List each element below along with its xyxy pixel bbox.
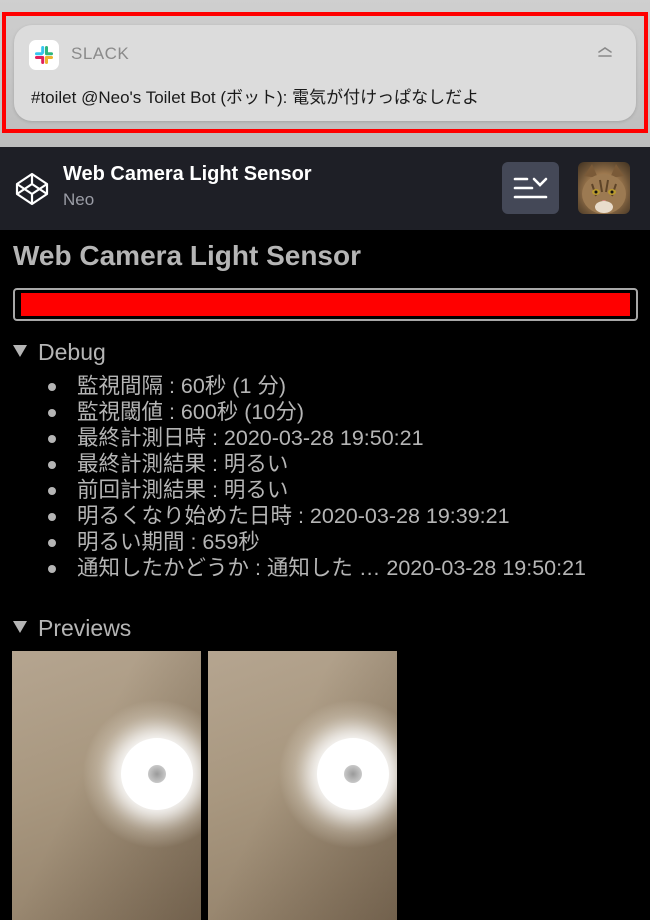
debug-list: 監視間隔 : 60秒 (1 分) 監視閾値 : 600秒 (10分) 最終計測日… xyxy=(45,373,605,581)
pen-author[interactable]: Neo xyxy=(63,190,94,210)
list-item: 最終計測日時 : 2020-03-28 19:50:21 xyxy=(45,425,605,451)
light-level-meter xyxy=(13,288,638,321)
list-item: 前回計測結果 : 明るい xyxy=(45,477,605,503)
preview-image xyxy=(12,651,201,920)
page-title: Web Camera Light Sensor xyxy=(13,240,362,271)
disclosure-triangle-icon xyxy=(13,621,27,633)
menu-button[interactable] xyxy=(502,162,559,214)
previews-summary-label: Previews xyxy=(38,615,132,641)
debug-summary[interactable]: Debug xyxy=(13,339,106,366)
list-item: 通知したかどうか : 通知した … 2020-03-28 19:50:21 xyxy=(45,555,605,581)
list-item: 最終計測結果 : 明るい xyxy=(45,451,605,477)
debug-summary-label: Debug xyxy=(38,339,106,365)
slack-notification[interactable]: SLACK #toilet @Neo's Toilet Bot (ボット): 電… xyxy=(14,25,636,121)
notification-area: SLACK #toilet @Neo's Toilet Bot (ボット): 電… xyxy=(0,0,650,147)
cat-avatar[interactable] xyxy=(578,162,630,214)
previews-summary[interactable]: Previews xyxy=(13,615,131,642)
pen-preview: Web Camera Light Sensor Debug 監視間隔 : 60秒… xyxy=(0,230,650,920)
list-item: 明るくなり始めた日時 : 2020-03-28 19:39:21 xyxy=(45,503,605,529)
codepen-logo[interactable] xyxy=(14,171,50,207)
notification-app-name: SLACK xyxy=(71,44,130,63)
list-item: 監視間隔 : 60秒 (1 分) xyxy=(45,373,605,399)
pen-header: Web Camera Light Sensor Neo xyxy=(0,147,650,230)
slack-icon xyxy=(29,40,59,70)
disclosure-triangle-icon xyxy=(13,345,27,357)
list-item: 監視閾値 : 600秒 (10分) xyxy=(45,399,605,425)
menu-collapse-icon xyxy=(513,177,548,199)
notification-message: #toilet @Neo's Toilet Bot (ボット): 電気が付けっぱ… xyxy=(31,88,480,107)
pen-title[interactable]: Web Camera Light Sensor xyxy=(63,163,312,186)
meter-fill xyxy=(21,293,630,316)
preview-image xyxy=(208,651,397,920)
list-item: 明るい期間 : 659秒 xyxy=(45,529,605,555)
expand-chevron-icon[interactable] xyxy=(594,43,616,65)
